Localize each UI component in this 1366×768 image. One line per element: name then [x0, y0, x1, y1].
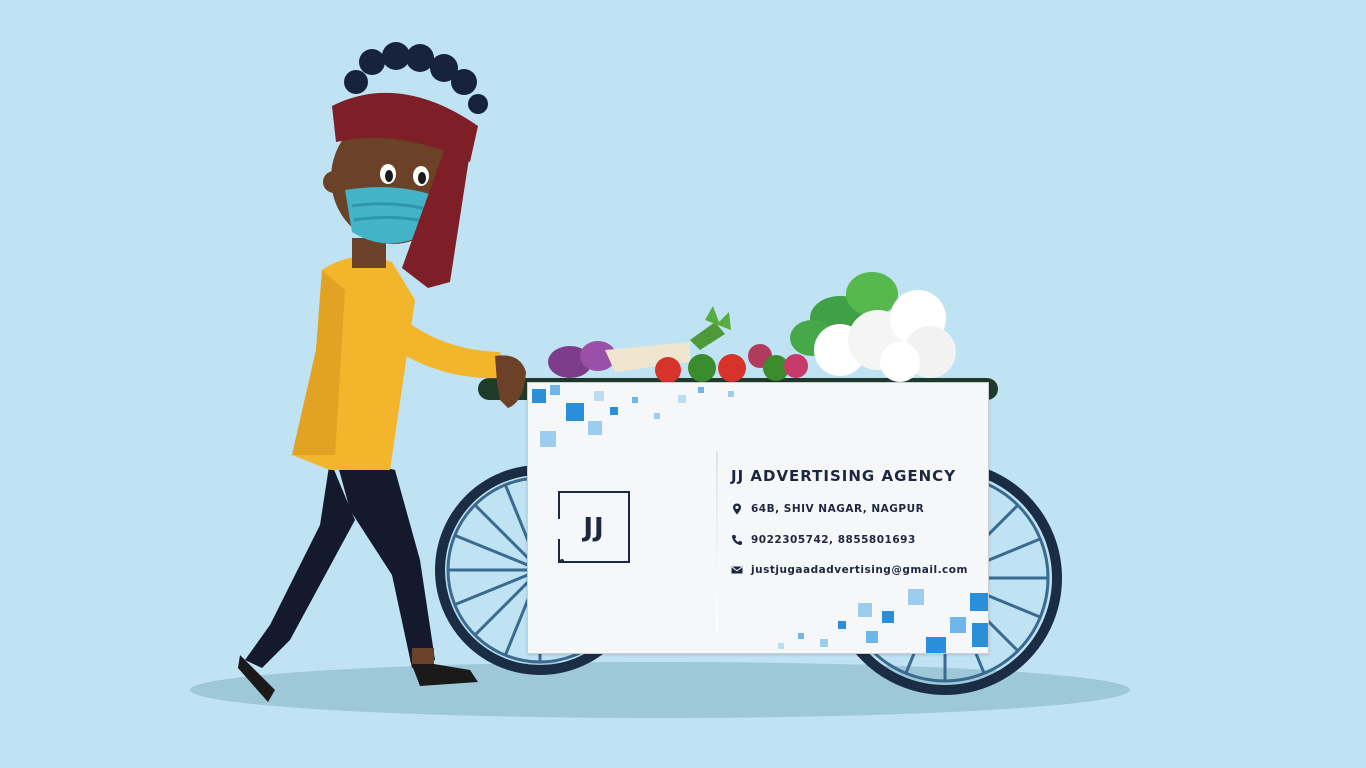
hand: [495, 355, 526, 408]
card-divider: [716, 451, 718, 631]
phone-icon: [732, 535, 742, 545]
card-decoration-top-left: [532, 385, 734, 447]
logo-text: JJ: [583, 513, 605, 543]
envelope-icon: [731, 566, 743, 574]
phone-row: 9022305742, 8855801693: [731, 534, 916, 546]
vegetables-pile: [548, 272, 956, 383]
jj-logo: JJ: [557, 491, 630, 563]
address-text: 64B, SHIV NAGAR, NAGPUR: [751, 503, 925, 515]
business-card: JJ JJ ADVERTISING AGENCY 64B, SHIV NAGAR…: [527, 382, 989, 654]
phone-text: 9022305742, 8855801693: [751, 534, 916, 546]
address-row: 64B, SHIV NAGAR, NAGPUR: [731, 503, 924, 515]
ankle: [412, 648, 434, 664]
ear: [323, 171, 345, 193]
location-pin-icon: [733, 503, 741, 515]
email-text: justjugaadadvertising@gmail.com: [751, 564, 968, 576]
email-row: justjugaadadvertising@gmail.com: [731, 564, 968, 576]
front-leg: [335, 455, 435, 668]
back-leg: [245, 460, 355, 668]
card-decoration-bottom-right: [778, 589, 988, 653]
company-name: JJ ADVERTISING AGENCY: [731, 467, 957, 485]
